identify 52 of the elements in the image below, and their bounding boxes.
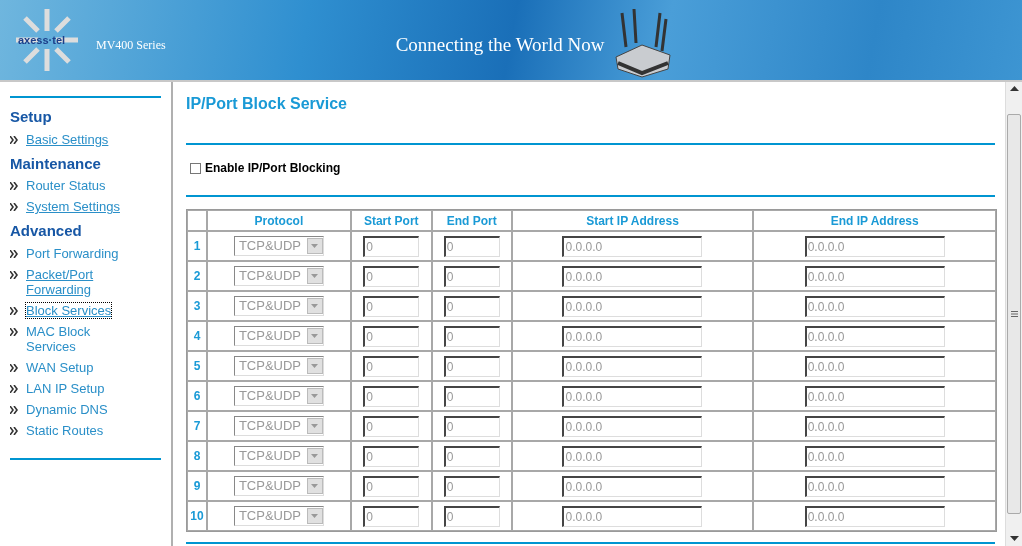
nav-link[interactable]: Packet/Port Forwarding bbox=[26, 266, 106, 297]
caret-icon bbox=[306, 298, 323, 314]
logo-icon bbox=[14, 7, 80, 73]
nav-link[interactable]: Dynamic DNS bbox=[26, 401, 108, 417]
nav-link[interactable]: Block Services bbox=[26, 302, 112, 318]
series-label: MV400 Series bbox=[96, 37, 166, 54]
row-number: 5 bbox=[187, 351, 207, 381]
caret-icon bbox=[306, 448, 323, 464]
column-header: Start Port bbox=[350, 210, 432, 231]
grip-icon bbox=[1010, 311, 1018, 317]
row-number: 8 bbox=[187, 441, 207, 471]
caret-icon bbox=[306, 418, 323, 434]
nav-link[interactable]: MAC Block Services bbox=[26, 323, 106, 354]
row-number: 6 bbox=[187, 381, 207, 411]
row-number: 2 bbox=[187, 261, 207, 291]
nav-link[interactable]: Router Status bbox=[26, 178, 106, 193]
page-title: IP/Port Block Service bbox=[186, 94, 348, 114]
nav-link[interactable]: WAN Setup bbox=[26, 359, 94, 375]
column-header: Start IP Address bbox=[511, 210, 754, 231]
caret-icon bbox=[306, 508, 323, 524]
section-heading: Advanced bbox=[10, 221, 83, 241]
nav-link[interactable]: System Settings bbox=[26, 199, 120, 214]
row-number: 7 bbox=[187, 411, 207, 441]
checkbox-label: Enable IP/Port Blocking bbox=[205, 160, 341, 177]
nav-link[interactable]: Basic Settings bbox=[26, 131, 109, 147]
caret-icon bbox=[306, 388, 323, 404]
slogan: Connecting the World Now bbox=[395, 32, 605, 57]
section-heading: Setup bbox=[10, 107, 53, 127]
caret-icon bbox=[306, 268, 323, 284]
caret-icon bbox=[306, 358, 323, 374]
row-number: 4 bbox=[187, 321, 207, 351]
row-number: 10 bbox=[187, 501, 207, 531]
column-header: Protocol bbox=[207, 210, 351, 231]
column-header: End IP Address bbox=[753, 210, 996, 231]
nav-link[interactable]: LAN IP Setup bbox=[26, 380, 105, 396]
scroll-thumb[interactable] bbox=[1007, 114, 1021, 514]
scrollbar[interactable] bbox=[1005, 82, 1022, 546]
row-number: 9 bbox=[187, 471, 207, 501]
caret-icon bbox=[306, 238, 323, 254]
row-number: 1 bbox=[187, 231, 207, 261]
caret-icon bbox=[306, 328, 323, 344]
section-heading: Maintenance bbox=[10, 153, 102, 174]
column-header: End Port bbox=[431, 210, 512, 231]
scroll-up-icon[interactable] bbox=[1009, 86, 1019, 92]
logo-text: axess·tel bbox=[18, 33, 66, 48]
caret-icon bbox=[306, 478, 323, 494]
row-number: 3 bbox=[187, 291, 207, 321]
checkbox[interactable] bbox=[190, 162, 201, 174]
scroll-down-icon[interactable] bbox=[1009, 536, 1019, 542]
router-icon bbox=[612, 7, 673, 79]
nav-link[interactable]: Static Routes bbox=[26, 422, 104, 438]
nav-link[interactable]: Port Forwarding bbox=[26, 245, 119, 261]
